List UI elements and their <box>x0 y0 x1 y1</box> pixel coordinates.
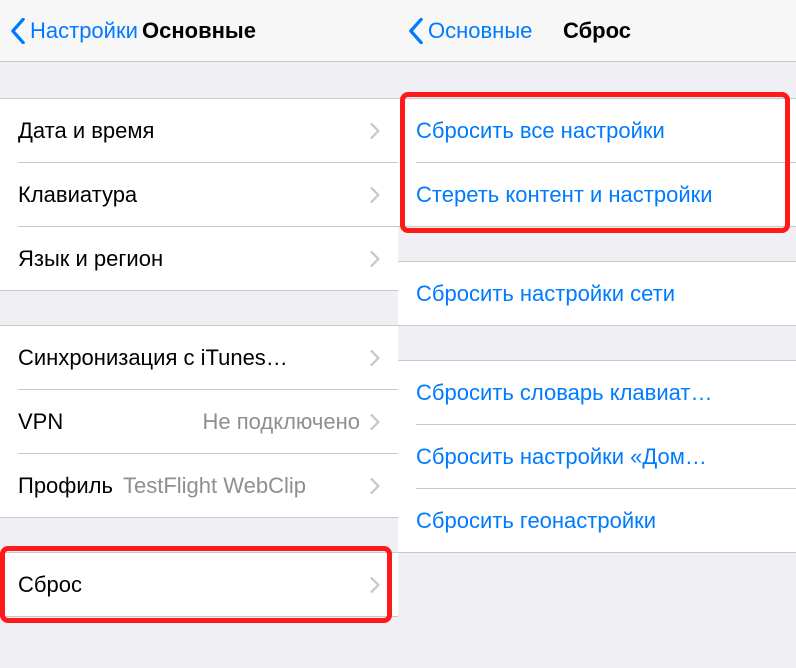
chevron-left-icon <box>10 18 26 44</box>
row-profile[interactable]: Профиль TestFlight WebClip <box>0 454 398 518</box>
row-label: Клавиатура <box>18 182 137 208</box>
general-settings-pane: Настройки Основные Дата и время Клавиату… <box>0 0 398 668</box>
chevron-right-icon <box>370 251 380 267</box>
row-label: Стереть контент и настройки <box>416 182 713 208</box>
group-sync-profiles: Синхронизация с iTunes… VPN Не подключен… <box>0 325 398 518</box>
back-label: Настройки <box>30 18 138 44</box>
row-label: Сброс <box>18 572 82 598</box>
chevron-right-icon <box>370 350 380 366</box>
row-itunes-sync[interactable]: Синхронизация с iTunes… <box>0 326 398 390</box>
row-reset-network[interactable]: Сбросить настройки сети <box>398 262 796 326</box>
navbar-reset: Основные Сброс <box>398 0 796 62</box>
navbar-general: Настройки Основные <box>0 0 398 62</box>
row-label: Сбросить настройки «Дом… <box>416 444 707 470</box>
row-reset-all-settings[interactable]: Сбросить все настройки <box>398 99 796 163</box>
highlight-reset-erase-group: Сбросить все настройки Стереть контент и… <box>398 98 796 227</box>
group-reset-other: Сбросить словарь клавиат… Сбросить настр… <box>398 360 796 553</box>
reset-pane: Основные Сброс Сбросить все настройки Ст… <box>398 0 796 668</box>
row-label: Сбросить словарь клавиат… <box>416 380 712 406</box>
row-value: TestFlight WebClip <box>123 473 360 499</box>
page-title-general: Основные <box>142 18 256 44</box>
row-erase-all-content[interactable]: Стереть контент и настройки <box>398 163 796 227</box>
row-date-time[interactable]: Дата и время <box>0 99 398 163</box>
back-label: Основные <box>428 18 532 44</box>
chevron-right-icon <box>370 414 380 430</box>
row-reset-location[interactable]: Сбросить геонастройки <box>398 489 796 553</box>
back-to-settings-button[interactable]: Настройки <box>10 18 138 44</box>
row-label: Сбросить геонастройки <box>416 508 656 534</box>
chevron-right-icon <box>370 123 380 139</box>
row-language-region[interactable]: Язык и регион <box>0 227 398 291</box>
row-label: Дата и время <box>18 118 154 144</box>
row-value: Не подключено <box>63 409 360 435</box>
row-label: Сбросить настройки сети <box>416 281 675 307</box>
page-title-reset: Сброс <box>563 18 631 44</box>
group-locale: Дата и время Клавиатура Язык и регион <box>0 98 398 291</box>
row-vpn[interactable]: VPN Не подключено <box>0 390 398 454</box>
highlight-reset-row: Сброс <box>0 552 398 617</box>
chevron-left-icon <box>408 18 424 44</box>
row-keyboard[interactable]: Клавиатура <box>0 163 398 227</box>
back-to-general-button[interactable]: Основные <box>408 18 532 44</box>
row-label: Профиль <box>18 473 113 499</box>
chevron-right-icon <box>370 577 380 593</box>
group-reset-network: Сбросить настройки сети <box>398 261 796 326</box>
row-reset-keyboard-dict[interactable]: Сбросить словарь клавиат… <box>398 361 796 425</box>
row-reset-home-layout[interactable]: Сбросить настройки «Дом… <box>398 425 796 489</box>
row-label: Язык и регион <box>18 246 163 272</box>
chevron-right-icon <box>370 187 380 203</box>
row-label: Синхронизация с iTunes… <box>18 345 288 371</box>
chevron-right-icon <box>370 478 380 494</box>
row-reset[interactable]: Сброс <box>0 553 398 617</box>
row-label: VPN <box>18 409 63 435</box>
row-label: Сбросить все настройки <box>416 118 665 144</box>
